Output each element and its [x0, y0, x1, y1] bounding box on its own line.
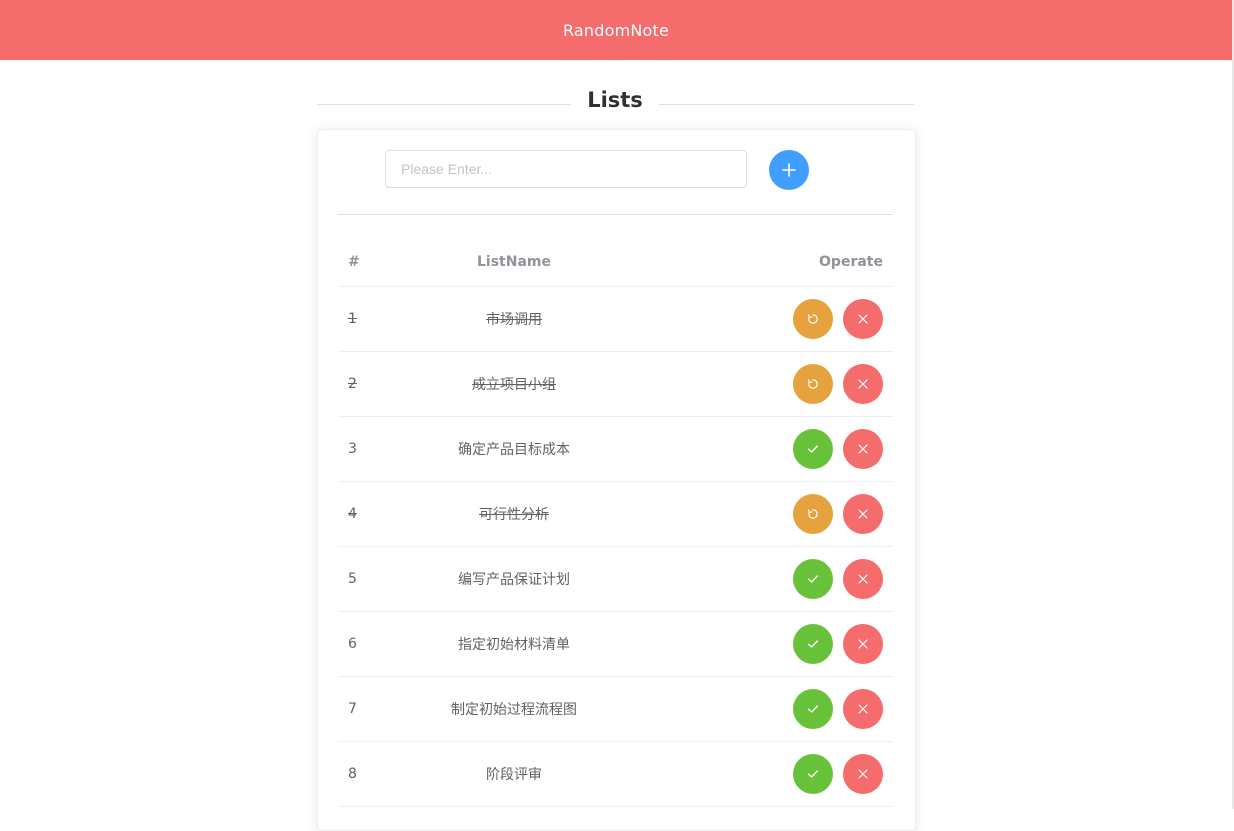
- undo-button[interactable]: [793, 299, 833, 339]
- row-index: 2: [348, 376, 357, 392]
- row-list-name: 市场调用: [486, 312, 542, 328]
- row-index: 8: [348, 766, 357, 782]
- row-operations: [793, 352, 883, 416]
- row-operations: [793, 612, 883, 676]
- complete-button[interactable]: [793, 429, 833, 469]
- column-header-operate: Operate: [819, 254, 883, 270]
- title-divider-right: [659, 104, 914, 105]
- table-header: # ListName Operate: [338, 238, 893, 287]
- check-icon: [807, 445, 819, 453]
- complete-button[interactable]: [793, 624, 833, 664]
- refresh-icon: [808, 509, 818, 519]
- page-title: Lists: [571, 88, 659, 112]
- table-row: 6 指定初始材料清单: [338, 612, 893, 677]
- row-operations: [793, 742, 883, 806]
- close-icon: [858, 379, 868, 389]
- delete-button[interactable]: [843, 689, 883, 729]
- row-index: 4: [348, 506, 357, 522]
- form-divider: [338, 214, 893, 215]
- check-icon: [807, 770, 819, 778]
- row-operations: [793, 677, 883, 741]
- app-title: RandomNote: [562, 20, 670, 40]
- delete-button[interactable]: [843, 364, 883, 404]
- close-icon: [858, 769, 868, 779]
- complete-button[interactable]: [793, 689, 833, 729]
- row-index: 5: [348, 571, 357, 587]
- row-list-name: 成立项目小组: [472, 377, 556, 393]
- check-icon: [807, 640, 819, 648]
- row-list-name: 制定初始过程流程图: [451, 702, 577, 718]
- table-row: 2 成立项目小组: [338, 352, 893, 417]
- lists-card: # ListName Operate 1 市场调用 2 成立项目小组 3 确定产品目标成本…: [317, 129, 916, 831]
- row-index: 7: [348, 701, 357, 717]
- list-name-input[interactable]: [386, 151, 746, 187]
- close-icon: [858, 509, 868, 519]
- undo-button[interactable]: [793, 494, 833, 534]
- delete-button[interactable]: [843, 559, 883, 599]
- column-header-listname: ListName: [477, 254, 551, 270]
- delete-button[interactable]: [843, 299, 883, 339]
- row-index: 1: [348, 311, 357, 327]
- close-icon: [858, 639, 868, 649]
- row-list-name: 指定初始材料清单: [458, 637, 570, 653]
- plus-icon: [782, 163, 796, 177]
- table-row: 5 编写产品保证计划: [338, 547, 893, 612]
- close-icon: [858, 444, 868, 454]
- list-name-input-wrapper: [385, 150, 747, 188]
- complete-button[interactable]: [793, 559, 833, 599]
- row-operations: [793, 417, 883, 481]
- row-operations: [793, 482, 883, 546]
- complete-button[interactable]: [793, 754, 833, 794]
- table-row: 8 阶段评审: [338, 742, 893, 807]
- title-divider-left: [317, 104, 571, 105]
- check-icon: [807, 705, 819, 713]
- close-icon: [858, 314, 868, 324]
- table-row: 3 确定产品目标成本: [338, 417, 893, 482]
- delete-button[interactable]: [843, 494, 883, 534]
- row-index: 3: [348, 441, 357, 457]
- section-title-row: Lists: [317, 84, 914, 124]
- delete-button[interactable]: [843, 429, 883, 469]
- row-operations: [793, 547, 883, 611]
- table-row: 1 市场调用: [338, 287, 893, 352]
- close-icon: [858, 704, 868, 714]
- add-list-button[interactable]: [769, 150, 809, 190]
- close-icon: [858, 574, 868, 584]
- delete-button[interactable]: [843, 754, 883, 794]
- column-header-index: #: [348, 254, 360, 270]
- refresh-icon: [808, 379, 818, 389]
- table-row: 7 制定初始过程流程图: [338, 677, 893, 742]
- check-icon: [807, 575, 819, 583]
- row-index: 6: [348, 636, 357, 652]
- delete-button[interactable]: [843, 624, 883, 664]
- row-list-name: 编写产品保证计划: [458, 572, 570, 588]
- app-header: RandomNote: [0, 0, 1232, 60]
- lists-table: # ListName Operate 1 市场调用 2 成立项目小组 3 确定产品目标成本…: [338, 238, 893, 807]
- table-body: 1 市场调用 2 成立项目小组 3 确定产品目标成本 4 可行性分析 5 编写产品保证计划 6 指定初…: [338, 287, 893, 807]
- row-list-name: 可行性分析: [479, 507, 549, 523]
- row-operations: [793, 287, 883, 351]
- undo-button[interactable]: [793, 364, 833, 404]
- row-list-name: 阶段评审: [486, 767, 542, 783]
- refresh-icon: [808, 314, 818, 324]
- table-row: 4 可行性分析: [338, 482, 893, 547]
- row-list-name: 确定产品目标成本: [458, 442, 570, 458]
